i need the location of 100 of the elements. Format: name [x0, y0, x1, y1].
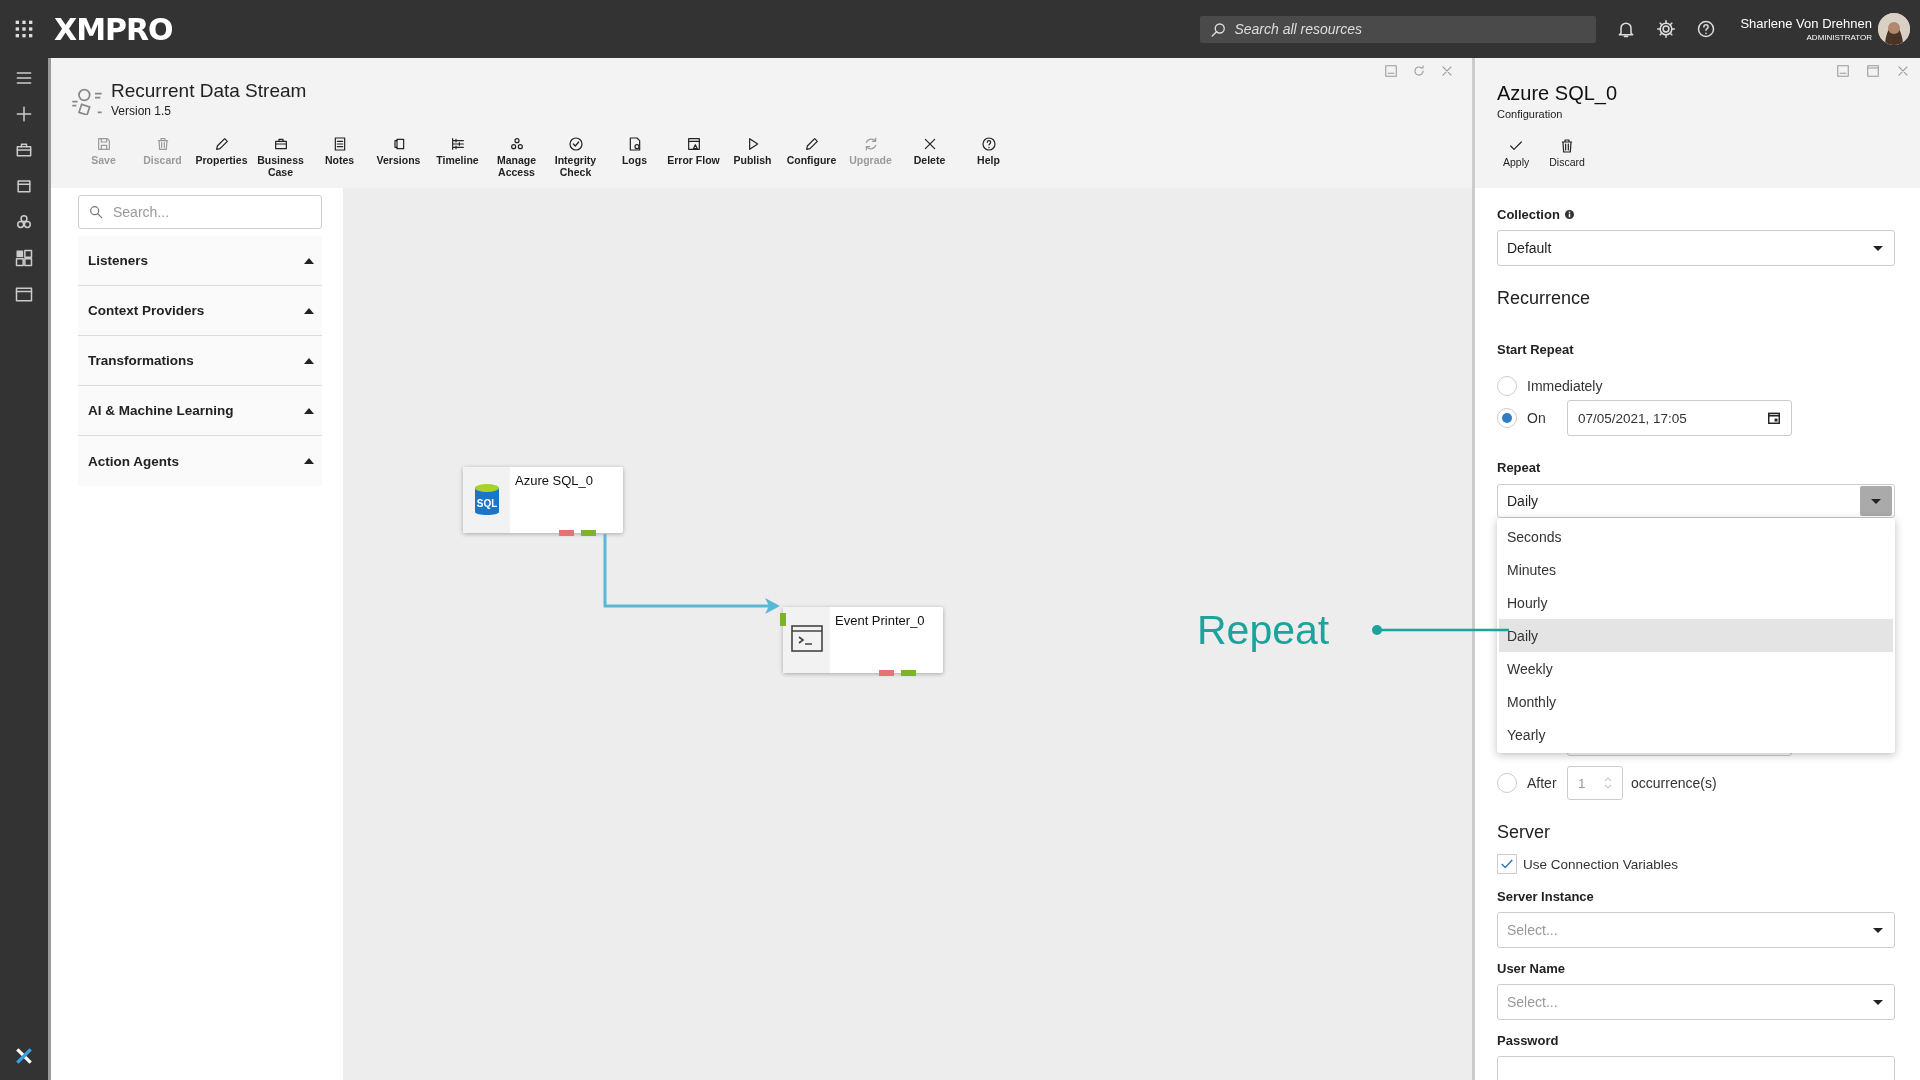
palette-group[interactable]: AI & Machine Learning: [78, 386, 322, 436]
help-button[interactable]: [1696, 19, 1717, 39]
refresh-button[interactable]: [1412, 64, 1426, 78]
discard-button[interactable]: Discard: [1549, 138, 1585, 168]
maximize-button[interactable]: [1866, 64, 1880, 78]
stream-version: Version 1.5: [111, 104, 173, 118]
collection-dropdown[interactable]: Default: [1497, 230, 1895, 266]
dropdown-option[interactable]: Monthly: [1499, 685, 1893, 718]
search-field[interactable]: Search...: [78, 195, 322, 229]
pencil-icon: [213, 136, 230, 152]
stream-title: Recurrent Data Stream: [111, 80, 307, 102]
toolbar-button[interactable]: Notes: [310, 136, 369, 178]
search-icon: [88, 204, 104, 220]
minimize-button[interactable]: [1384, 64, 1398, 78]
spinner-icon: [1604, 776, 1612, 790]
field-label: Start Repeat: [1497, 342, 1574, 357]
palette-group[interactable]: Transformations: [78, 336, 322, 386]
close-button[interactable]: [1440, 64, 1454, 78]
dropdown-option[interactable]: Weekly: [1499, 652, 1893, 685]
briefcase-icon: [14, 140, 34, 160]
node-card[interactable]: Event Printer_0: [783, 607, 943, 673]
palette-group[interactable]: Context Providers: [78, 286, 322, 336]
apply-button[interactable]: Apply: [1503, 138, 1530, 168]
dropdown-option[interactable]: Seconds: [1499, 520, 1893, 553]
date-time-field[interactable]: 07/05/2021, 17:05: [1567, 400, 1792, 436]
user-name: Sharlene Von Drehnen: [1740, 16, 1872, 31]
panel-subtitle: Configuration: [1497, 108, 1564, 120]
caret-down-icon: [1871, 498, 1881, 504]
radio-label: Immediately: [1527, 378, 1603, 394]
check-icon: [1500, 857, 1514, 871]
radio-button[interactable]: [1497, 376, 1517, 396]
minimize-icon: [1836, 64, 1850, 78]
radio-label: On: [1527, 410, 1547, 426]
input-port[interactable]: [780, 613, 786, 626]
minimize-button[interactable]: [1836, 64, 1850, 78]
callout-label: Repeat: [1197, 607, 1330, 654]
toolbar-button[interactable]: Error Flow: [664, 136, 723, 178]
dashboard-button[interactable]: [14, 248, 34, 268]
warning-window-icon: [685, 136, 702, 152]
toolbar-button[interactable]: Timeline: [428, 136, 487, 178]
plus-button[interactable]: [14, 104, 34, 124]
dropdown-option[interactable]: Minutes: [1499, 553, 1893, 586]
apps-grid-icon: [14, 19, 34, 39]
palette-group[interactable]: Action Agents: [78, 436, 322, 486]
node-card[interactable]: SQL Azure SQL_0: [463, 467, 623, 533]
dropdown-option[interactable]: Daily: [1499, 619, 1893, 652]
minimize-icon: [1384, 64, 1398, 78]
toolbar-button[interactable]: Publish: [723, 136, 782, 178]
field-label: Server Instance: [1497, 889, 1594, 904]
caret-down-icon: [1873, 999, 1883, 1005]
dropdown-option[interactable]: Yearly: [1499, 718, 1893, 751]
caret-icon: [304, 257, 314, 264]
plus-icon: [14, 104, 34, 124]
people-icon: [508, 136, 525, 152]
radio-label: After: [1527, 775, 1557, 791]
settings-icon: [1656, 19, 1677, 39]
node-title: Azure SQL_0: [514, 472, 594, 490]
caret-down-icon: [1873, 245, 1883, 251]
check-circle-icon: [567, 136, 584, 152]
checkbox[interactable]: [1497, 854, 1517, 874]
caret-icon: [304, 357, 314, 364]
field-suffix: occurrence(s): [1631, 775, 1717, 791]
toolbar-button[interactable]: Manage Access: [487, 136, 546, 178]
caret-icon: [304, 407, 314, 414]
caret-icon: [304, 307, 314, 314]
toolbar-button[interactable]: Delete: [900, 136, 959, 178]
settings-button[interactable]: [1656, 19, 1677, 39]
window-icon: [14, 284, 34, 304]
radio-button[interactable]: [1497, 408, 1517, 428]
logo[interactable]: XMPRO: [54, 11, 173, 47]
caret-icon: [304, 458, 314, 464]
palette-group[interactable]: Listeners: [78, 236, 322, 286]
toolbar-button[interactable]: Help: [959, 136, 1018, 178]
briefcase-button[interactable]: [14, 140, 34, 160]
field-label: User Name: [1497, 961, 1565, 976]
user-avatar[interactable]: [1878, 13, 1910, 45]
close-icon: [1440, 64, 1454, 78]
toolbar-button[interactable]: Configure: [782, 136, 841, 178]
checkbox-label: Use Connection Variables: [1523, 856, 1679, 872]
refresh-icon: [1412, 64, 1426, 78]
section-heading: Recurrence: [1497, 288, 1592, 309]
dropdown-option[interactable]: Hourly: [1499, 586, 1893, 619]
toolbar-button[interactable]: Business Case: [251, 136, 310, 178]
section-heading: Server: [1497, 822, 1551, 843]
user-role: ADMINISTRATOR: [1806, 33, 1872, 42]
field-label: Repeat: [1497, 460, 1541, 475]
radio-button[interactable]: [1497, 773, 1517, 793]
x-logo-icon: [14, 1046, 34, 1066]
close-icon: [1896, 64, 1910, 78]
pencil-icon: [803, 136, 820, 152]
search-field[interactable]: Search all resources: [1200, 15, 1597, 43]
briefcase-icon: [272, 136, 289, 152]
window-button[interactable]: [14, 284, 34, 304]
toolbar-button[interactable]: Integrity Check: [546, 136, 605, 178]
repeat-dropdown[interactable]: Daily: [1497, 484, 1895, 518]
toolbar-button[interactable]: Properties: [192, 136, 251, 178]
toolbar-button[interactable]: Versions: [369, 136, 428, 178]
close-button[interactable]: [1896, 64, 1910, 78]
field-label: Password: [1497, 1033, 1559, 1048]
toolbar-button[interactable]: Logs: [605, 136, 664, 178]
